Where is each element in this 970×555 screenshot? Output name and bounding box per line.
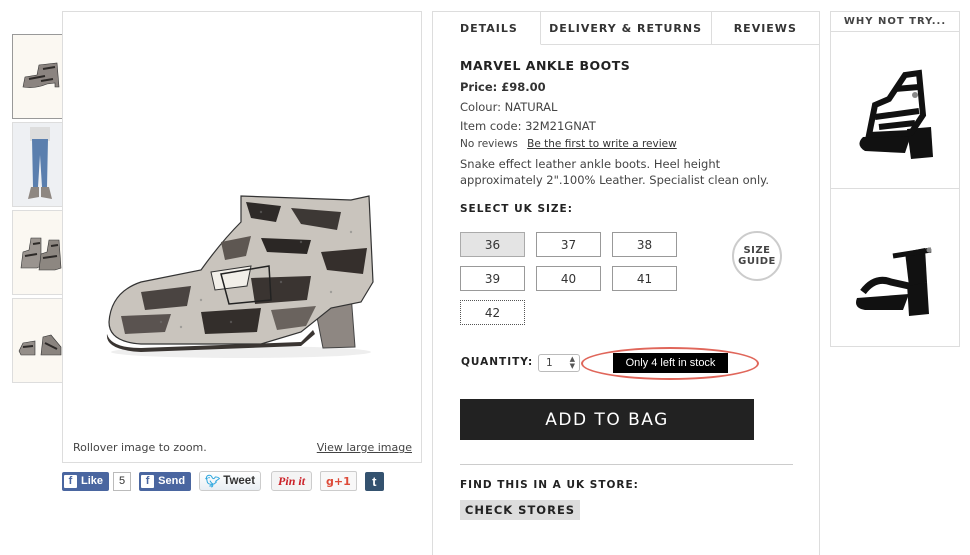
tweet-button[interactable]: 🐦︎ Tweet [199,471,262,491]
tab-details[interactable]: DETAILS [433,11,541,45]
snakeskin-boot-illustration [106,195,374,358]
write-review-link[interactable]: Be the first to write a review [527,138,677,150]
size-guide-line1: SIZE [743,245,771,256]
main-product-image[interactable]: Rollover image to zoom. View large image [62,11,422,463]
thumbnail-boot-pair[interactable] [12,210,68,295]
tab-delivery-returns[interactable]: DELIVERY & RETURNS [540,11,712,44]
check-stores-button[interactable]: CHECK STORES [460,500,580,520]
stock-badge: Only 4 left in stock [613,353,728,373]
size-option-37[interactable]: 37 [536,232,601,257]
find-in-store-label: FIND THIS IN A UK STORE: [460,479,639,491]
facebook-send-button[interactable]: f Send [139,471,192,491]
size-option-38[interactable]: 38 [612,232,677,257]
thumbnail-boot-front[interactable] [12,298,68,383]
product-name: MARVEL ANKLE BOOTS [460,58,631,73]
view-large-image-link[interactable]: View large image [317,441,412,454]
size-guide-button[interactable]: SIZE GUIDE [732,231,782,281]
facebook-icon: f [64,474,77,488]
stepper-arrows-icon: ▲ ▼ [569,355,575,370]
facebook-like-group: f Like 5 [62,471,132,491]
divider [460,464,793,465]
thumbnail-strip [12,34,68,386]
product-details-panel: DETAILS DELIVERY & RETURNS REVIEWS MARVE… [432,11,820,555]
facebook-icon: f [141,474,155,488]
size-option-39[interactable]: 39 [460,266,525,291]
product-price: Price: £98.00 [460,80,546,94]
like-label: Like [81,475,104,487]
size-option-42[interactable]: 42 [460,300,525,325]
reviews-row: No reviews Be the first to write a revie… [460,138,800,150]
recommended-product-gladiator[interactable] [831,32,959,188]
no-reviews-text: No reviews [460,138,518,150]
like-count: 5 [113,471,132,491]
tab-reviews[interactable]: REVIEWS [711,11,819,44]
boot-image [101,182,381,365]
thumbnail-boot-side[interactable] [12,34,68,119]
quantity-value: 1 [546,357,553,369]
tweet-label: Tweet [223,475,256,487]
size-option-36[interactable]: 36 [460,232,525,257]
facebook-like-button[interactable]: f Like [62,471,110,491]
product-description: Snake effect leather ankle boots. Heel h… [460,157,769,187]
thumbnail-model-legs[interactable] [12,122,68,207]
send-label: Send [158,475,186,487]
product-item-code: Item code: 32M21GNAT [460,119,596,133]
pair-thumb-image [20,237,62,270]
size-label: SELECT UK SIZE: [460,203,573,215]
why-not-try-title: WHY NOT TRY... [831,12,959,32]
size-guide-line2: GUIDE [738,256,776,267]
rollover-hint: Rollover image to zoom. [73,441,207,454]
details-tabs: DETAILS DELIVERY & RETURNS REVIEWS [433,11,819,45]
size-option-41[interactable]: 41 [612,266,677,291]
gladiator-platform-image [859,69,933,159]
size-option-40[interactable]: 40 [536,266,601,291]
quantity-label: QUANTITY: [461,356,534,368]
pinterest-button[interactable]: Pin it [271,471,313,491]
tumblr-button[interactable]: t [364,471,384,491]
boot-thumb-image [22,62,60,88]
product-colour: Colour: NATURAL [460,100,558,114]
social-share-bar: f Like 5 f Send 🐦︎ Tweet Pin it g+1 t [62,471,384,491]
front-thumb-image [18,334,62,355]
quantity-select[interactable]: 1 ▲ ▼ [538,354,580,372]
model-thumb-image [28,126,52,199]
product-info: MARVEL ANKLE BOOTS Price: £98.00 Colour:… [460,58,800,188]
google-plus-button[interactable]: g+1 [320,471,357,491]
why-not-try-panel: WHY NOT TRY... [830,11,960,347]
twitter-bird-icon: 🐦︎ [205,474,221,488]
platform-sandal-image [856,247,932,316]
add-to-bag-button[interactable]: ADD TO BAG [460,399,754,440]
recommended-product-platform-sandal[interactable] [831,188,959,344]
